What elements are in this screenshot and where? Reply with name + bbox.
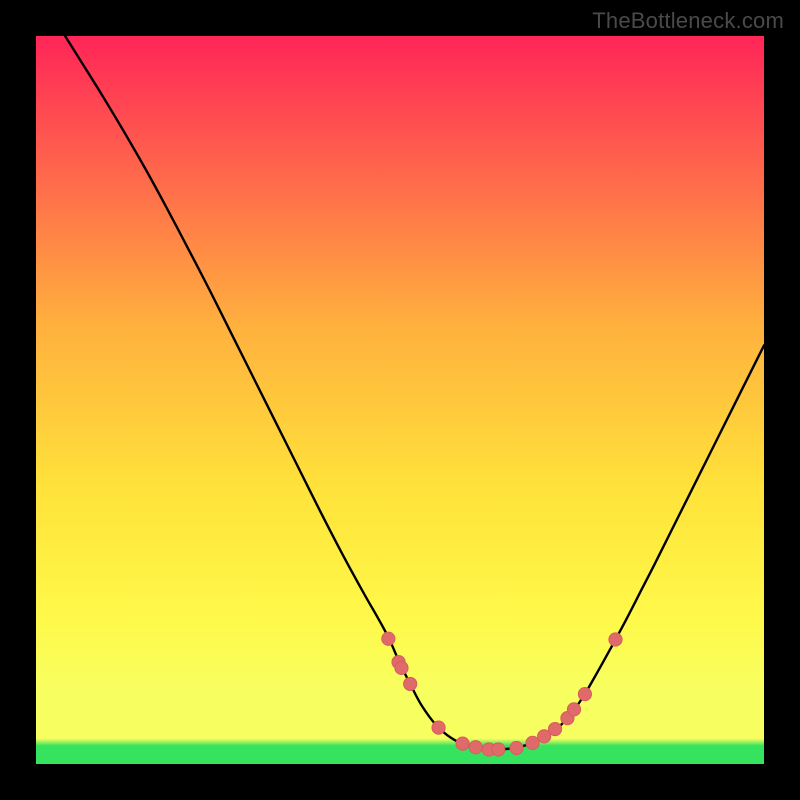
data-marker <box>456 737 469 750</box>
gradient-background <box>36 36 764 764</box>
data-marker <box>404 677 417 690</box>
chart-frame: TheBottleneck.com <box>0 0 800 800</box>
data-marker <box>609 633 622 646</box>
attribution-text: TheBottleneck.com <box>592 8 784 34</box>
data-marker <box>548 722 561 735</box>
plot-area <box>36 36 764 764</box>
plot-svg <box>36 36 764 764</box>
data-marker <box>526 736 539 749</box>
data-marker <box>469 741 482 754</box>
data-marker <box>567 703 580 716</box>
data-marker <box>510 741 523 754</box>
data-marker <box>492 743 505 756</box>
data-marker <box>395 661 408 674</box>
data-marker <box>578 688 591 701</box>
data-marker <box>432 721 445 734</box>
data-marker <box>382 632 395 645</box>
